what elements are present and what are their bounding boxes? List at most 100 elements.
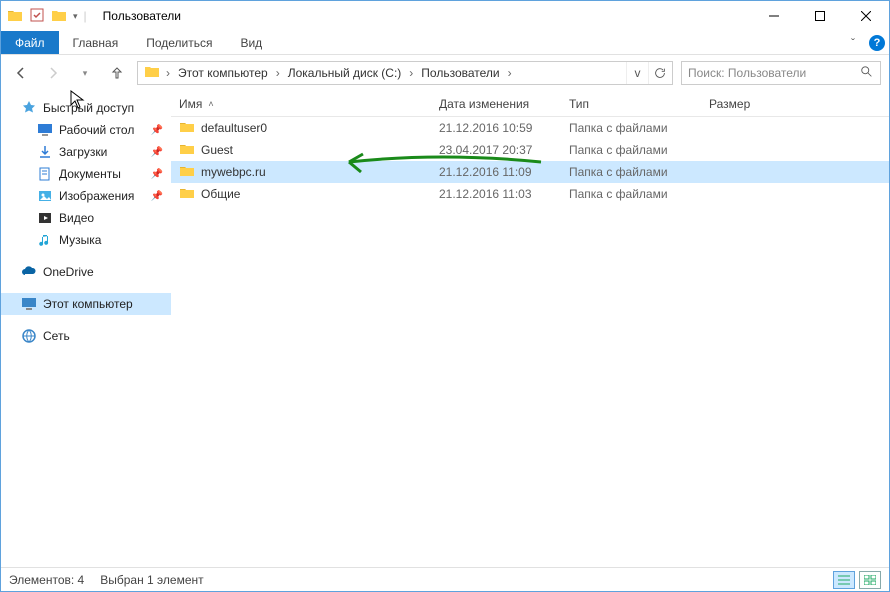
column-header-size[interactable]: Размер [701, 97, 889, 111]
file-list-pane: Имя˄ Дата изменения Тип Размер defaultus… [171, 91, 889, 567]
star-icon [21, 100, 37, 116]
pin-icon: 📌 [151, 191, 163, 202]
sidebar-item-label: Видео [59, 211, 94, 225]
divider: | [84, 9, 87, 23]
sidebar-item-desktop[interactable]: Рабочий стол📌 [1, 119, 171, 141]
sidebar-item-label: Изображения [59, 189, 134, 203]
documents-icon [37, 166, 53, 182]
file-name: mywebpc.ru [201, 165, 266, 179]
column-headers: Имя˄ Дата изменения Тип Размер [171, 91, 889, 117]
quick-access-toolbar: ▾ [7, 7, 78, 26]
sidebar-item-pictures[interactable]: Изображения 📌 [1, 185, 171, 207]
file-type: Папка с файлами [561, 143, 701, 157]
ribbon-tab-share[interactable]: Поделиться [132, 31, 226, 54]
back-button[interactable] [9, 61, 33, 85]
refresh-button[interactable] [648, 62, 670, 84]
column-header-type[interactable]: Тип [561, 97, 701, 111]
search-box[interactable]: Поиск: Пользователи [681, 61, 881, 85]
breadcrumb-sep-icon[interactable]: › [506, 66, 514, 80]
sidebar-item-label: Этот компьютер [43, 297, 133, 311]
table-row[interactable]: Общие 21.12.2016 11:03Папка с файлами [171, 183, 889, 205]
breadcrumb-sep-icon[interactable]: › [407, 66, 415, 80]
folder-icon [179, 141, 195, 160]
view-details-button[interactable] [833, 571, 855, 589]
table-row[interactable]: Guest 23.04.2017 20:37Папка с файлами [171, 139, 889, 161]
breadcrumb-sep-icon[interactable]: › [274, 66, 282, 80]
file-name: defaultuser0 [201, 121, 267, 135]
column-label: Дата изменения [439, 97, 529, 111]
view-icons-button[interactable] [859, 571, 881, 589]
sidebar-item-video[interactable]: Видео [1, 207, 171, 229]
sidebar-item-label: Сеть [43, 329, 70, 343]
minimize-button[interactable] [751, 1, 797, 31]
sidebar-item-label: Быстрый доступ [43, 101, 134, 115]
status-selection: Выбран 1 элемент [100, 573, 203, 587]
sort-indicator-icon: ˄ [208, 99, 213, 109]
ribbon-collapse-icon[interactable]: ˇ [841, 31, 865, 54]
sidebar-item-music[interactable]: Музыка [1, 229, 171, 251]
sidebar-item-label: OneDrive [43, 265, 94, 279]
music-icon [37, 232, 53, 248]
help-icon: ? [869, 35, 885, 51]
breadcrumb[interactable]: Пользователи [415, 62, 505, 84]
downloads-icon [37, 144, 53, 160]
column-label: Размер [709, 97, 750, 111]
sidebar-item-documents[interactable]: Документы 📌 [1, 163, 171, 185]
ribbon-tab-view[interactable]: Вид [226, 31, 276, 54]
recent-locations-button[interactable]: ▾ [73, 61, 97, 85]
column-label: Тип [569, 97, 589, 111]
sidebar-quick-access[interactable]: Быстрый доступ [1, 97, 171, 119]
sidebar-item-label: Загрузки [59, 145, 107, 159]
ribbon-tab-home[interactable]: Главная [59, 31, 133, 54]
cloud-icon [21, 264, 37, 280]
table-row[interactable]: mywebpc.ru21.12.2016 11:09Папка с файлам… [171, 161, 889, 183]
search-placeholder: Поиск: Пользователи [688, 66, 806, 80]
maximize-button[interactable] [797, 1, 843, 31]
sidebar-item-label: Документы [59, 167, 121, 181]
search-icon[interactable] [860, 65, 874, 82]
file-type: Папка с файлами [561, 187, 701, 201]
monitor-icon [21, 296, 37, 312]
file-rows: defaultuser021.12.2016 10:59Папка с файл… [171, 117, 889, 567]
file-date: 21.12.2016 11:03 [431, 187, 561, 201]
titlebar[interactable]: ▾ | Пользователи [1, 1, 889, 31]
sidebar-item-downloads[interactable]: Загрузки 📌 [1, 141, 171, 163]
navigation-bar: ▾ › Этот компьютер › Локальный диск (C:)… [1, 55, 889, 91]
pin-icon: 📌 [151, 147, 163, 158]
forward-button[interactable] [41, 61, 65, 85]
table-row[interactable]: defaultuser021.12.2016 10:59Папка с файл… [171, 117, 889, 139]
ribbon-file-tab[interactable]: Файл [1, 31, 59, 54]
file-date: 21.12.2016 11:09 [431, 165, 561, 179]
sidebar-network[interactable]: Сеть [1, 325, 171, 347]
address-bar[interactable]: › Этот компьютер › Локальный диск (C:) ›… [137, 61, 673, 85]
pin-icon: 📌 [151, 169, 163, 180]
folder-icon [179, 119, 195, 138]
qat-dropdown-icon[interactable]: ▾ [73, 11, 78, 22]
folder-icon [7, 8, 23, 24]
folder-icon [179, 163, 195, 182]
column-header-name[interactable]: Имя˄ [171, 97, 431, 111]
file-name: Общие [201, 187, 240, 201]
qat-properties-icon[interactable] [29, 7, 45, 26]
file-name: Guest [201, 143, 233, 157]
column-header-date[interactable]: Дата изменения [431, 97, 561, 111]
explorer-window: ▾ | Пользователи Файл Главная Поделиться… [0, 0, 890, 592]
video-icon [37, 210, 53, 226]
address-folder-icon [144, 64, 160, 83]
file-date: 23.04.2017 20:37 [431, 143, 561, 157]
qat-newfolder-icon[interactable] [51, 8, 67, 24]
breadcrumb[interactable]: Этот компьютер [172, 62, 274, 84]
status-bar: Элементов: 4 Выбран 1 элемент [1, 567, 889, 591]
sidebar-item-label: Рабочий стол [59, 123, 134, 137]
help-button[interactable]: ? [865, 31, 889, 54]
close-button[interactable] [843, 1, 889, 31]
up-button[interactable] [105, 61, 129, 85]
breadcrumb[interactable]: Локальный диск (C:) [282, 62, 408, 84]
file-type: Папка с файлами [561, 121, 701, 135]
sidebar-item-label: Музыка [59, 233, 101, 247]
address-dropdown-icon[interactable]: v [626, 62, 648, 84]
pictures-icon [37, 188, 53, 204]
sidebar-onedrive[interactable]: OneDrive [1, 261, 171, 283]
breadcrumb-sep-icon[interactable]: › [164, 66, 172, 80]
sidebar-this-pc[interactable]: Этот компьютер [1, 293, 171, 315]
